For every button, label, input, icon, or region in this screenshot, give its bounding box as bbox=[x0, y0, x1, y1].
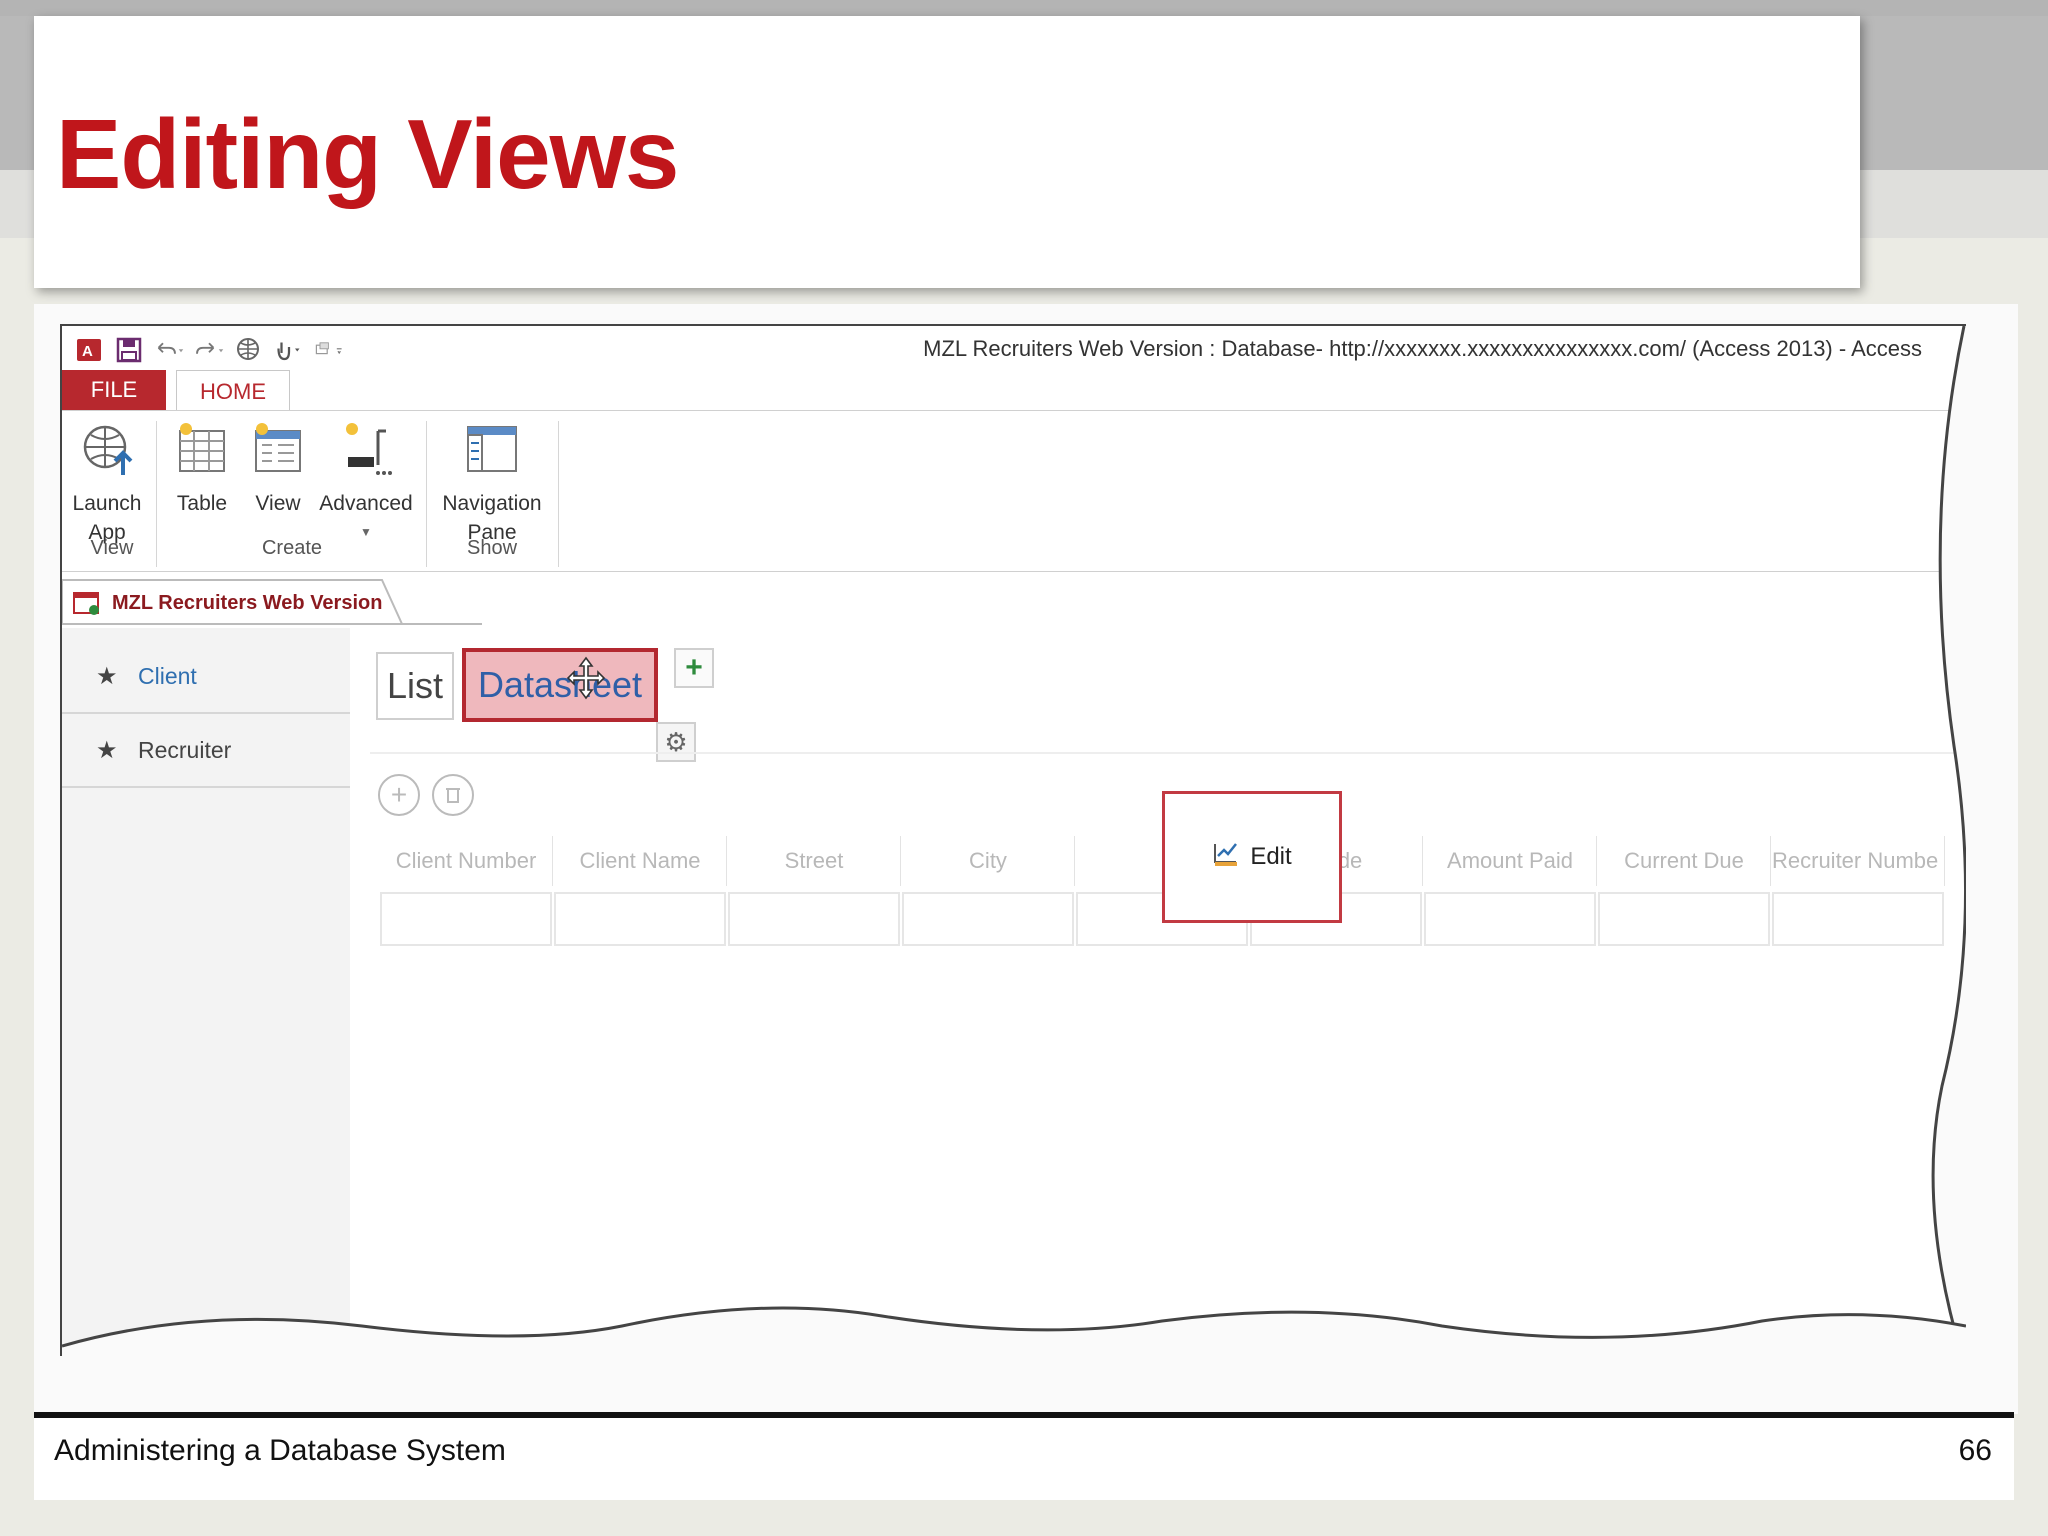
top-strip bbox=[0, 0, 2048, 16]
footer-caption: Administering a Database System bbox=[54, 1434, 506, 1467]
page-number: 66 bbox=[1958, 1434, 1992, 1467]
access-window: A MZL Recruiters Web Version : Database-… bbox=[60, 324, 1966, 1356]
torn-edge-frame bbox=[62, 326, 1966, 1356]
slide-title: Editing Views bbox=[56, 99, 679, 209]
